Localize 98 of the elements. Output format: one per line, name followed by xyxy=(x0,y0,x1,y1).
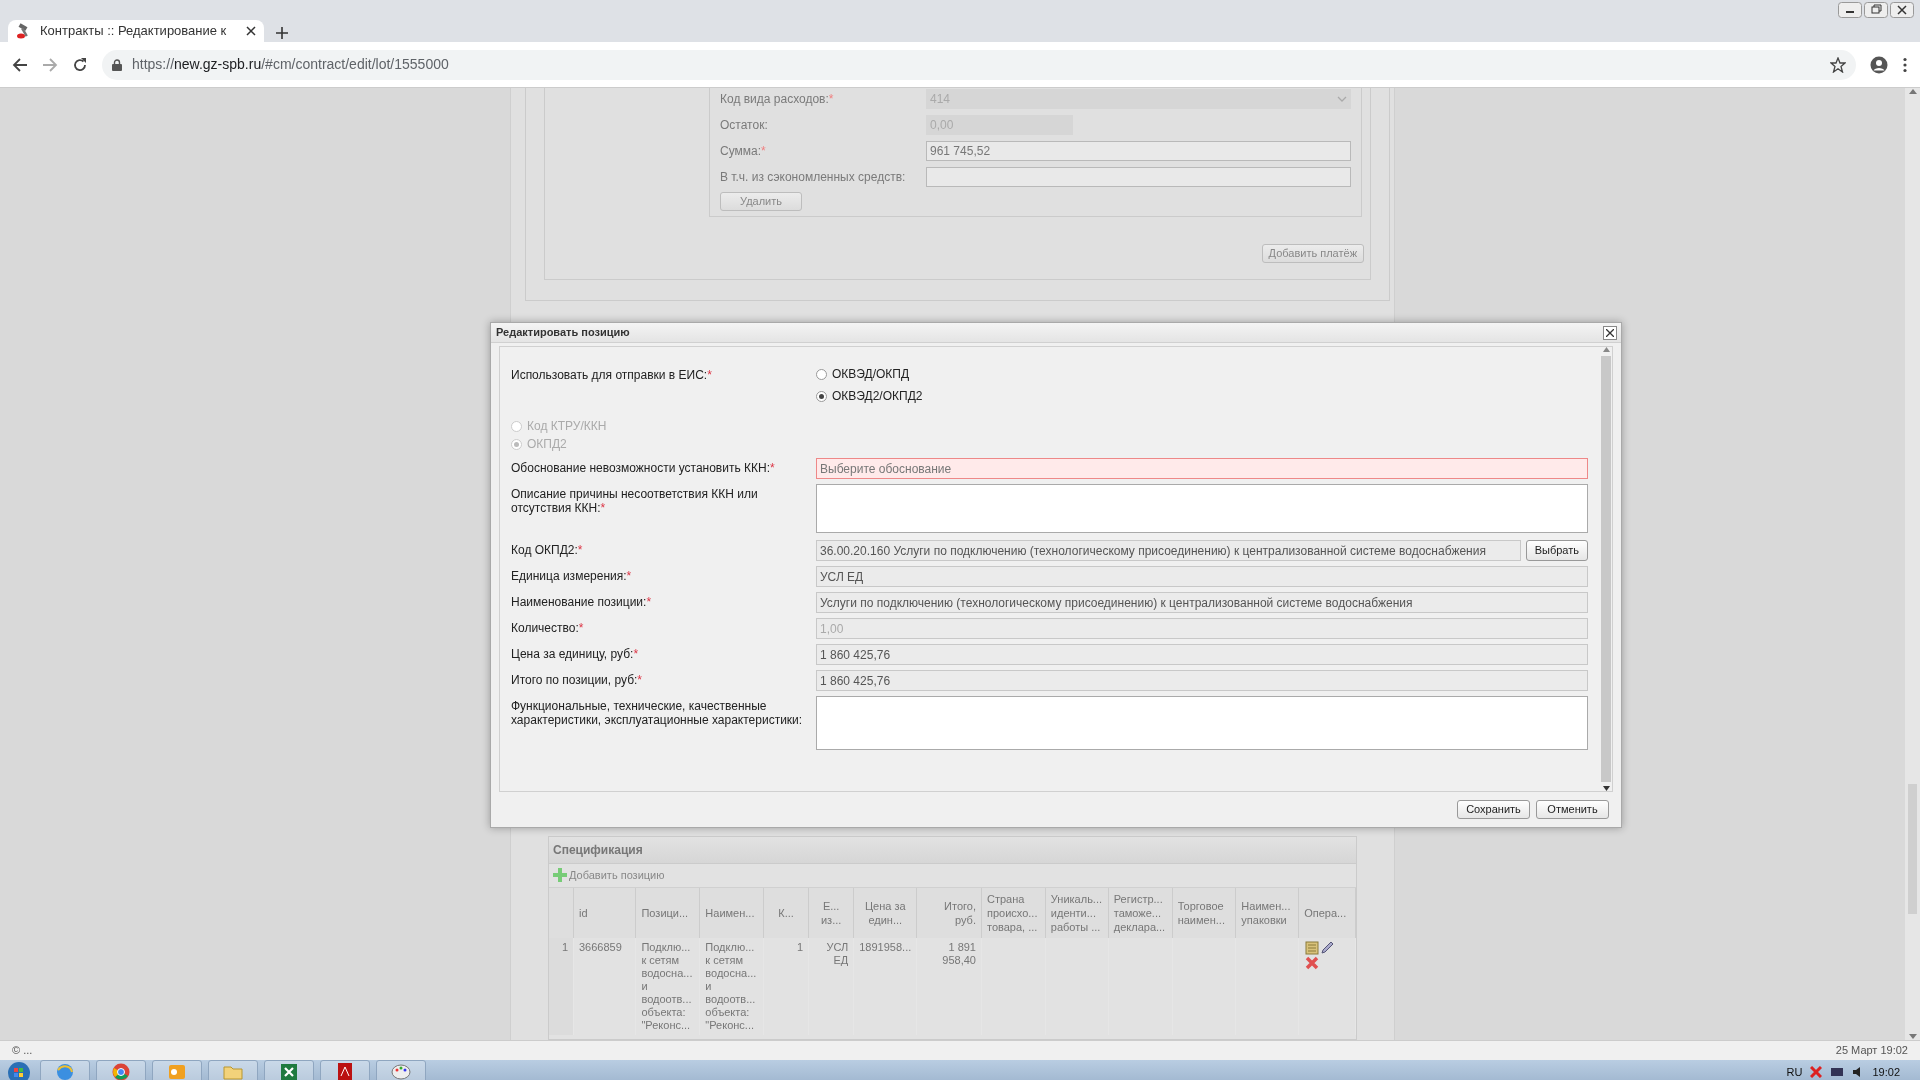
field-label: Единица измерения:* xyxy=(511,568,633,583)
close-button[interactable] xyxy=(1603,325,1617,340)
scrollbar[interactable] xyxy=(1600,347,1612,791)
up-arrow-icon[interactable] xyxy=(1602,347,1610,352)
clock[interactable]: 19:02 xyxy=(1872,1063,1900,1080)
column-header[interactable]: Регистр... таможе... деклара... xyxy=(1108,887,1173,938)
table-cell: 3666859 xyxy=(579,940,622,953)
plus-icon xyxy=(276,26,288,39)
text-area[interactable] xyxy=(816,484,1588,533)
table-cell: Подклю... к сетям водосна... и водоотв... объекта: "Реконс... xyxy=(641,940,693,1031)
column-header[interactable]: Торговое наимен... xyxy=(1172,887,1236,938)
forward-arrow-icon[interactable] xyxy=(42,56,58,73)
field-label: Остаток: xyxy=(720,116,769,134)
close-icon[interactable] xyxy=(246,26,256,36)
dialog-title: Редактировать позицию xyxy=(496,325,630,341)
input-field[interactable]: УСЛ ЕД xyxy=(816,566,1588,587)
spreadsheet-icon xyxy=(279,1062,299,1080)
up-arrow-icon[interactable] xyxy=(1908,88,1917,94)
account-icon[interactable] xyxy=(1870,55,1888,74)
menu-icon[interactable] xyxy=(1902,56,1908,73)
save-button[interactable]: Сохранить xyxy=(1457,800,1530,819)
scrollbar-thumb[interactable] xyxy=(1601,356,1611,782)
table-cell: Подклю... к сетям водосна... и водоотв... объекта: "Реконс... xyxy=(705,940,757,1031)
radio-button[interactable]: ОКВЭД2/ОКПД2 xyxy=(816,387,923,405)
delete-button[interactable]: Удалить xyxy=(720,192,802,211)
reload-icon[interactable] xyxy=(72,56,88,73)
taskbar-button[interactable] xyxy=(152,1060,202,1080)
field-label: Количество:* xyxy=(511,620,585,635)
column-header[interactable]: Наимен... упаковки xyxy=(1235,887,1299,938)
status-text: © ... xyxy=(12,1043,33,1059)
input-field[interactable]: 36.00.20.160 Услуги по подключению (технологическому присоединению) к централизованной системе водоснабжения xyxy=(816,540,1521,561)
dropdown-field[interactable]: Выберите обоснование xyxy=(816,458,1588,479)
field-label: Код вида расходов:* xyxy=(720,90,835,108)
taskbar-button[interactable] xyxy=(320,1060,370,1080)
radio-button[interactable]: ОКВЭД/ОКПД xyxy=(816,365,910,383)
field-label: Использовать для отправки в ЕИС:* xyxy=(511,367,713,382)
field-label: В т.ч. из сэкономленных средств: xyxy=(720,168,907,186)
scrollbar[interactable] xyxy=(1905,88,1920,1040)
column-header[interactable]: Страна происхо... товара, ... xyxy=(981,887,1046,938)
status-date: 25 Март 19:02 xyxy=(1835,1043,1908,1059)
taskbar-button[interactable] xyxy=(376,1060,426,1080)
delete-icon[interactable] xyxy=(1304,954,1321,971)
minimize-icon[interactable] xyxy=(1838,2,1862,18)
field-label: Наименование позиции:* xyxy=(511,594,653,609)
column-header[interactable]: К... xyxy=(763,887,809,938)
column-header[interactable]: Опера... xyxy=(1298,887,1356,938)
table-cell: 1891958... xyxy=(859,940,912,953)
back-arrow-icon[interactable] xyxy=(12,56,28,73)
radio-indicator[interactable] xyxy=(816,368,827,380)
table-cell: УСЛ ЕД xyxy=(826,940,849,966)
mail-icon xyxy=(167,1062,187,1080)
close-icon[interactable] xyxy=(1890,2,1914,18)
radio-indicator[interactable] xyxy=(816,390,827,402)
table-cell: 1 891 958,40 xyxy=(942,940,976,966)
table-cell: 1 xyxy=(796,940,804,953)
column-header[interactable]: Итого, руб. xyxy=(916,887,982,938)
field-label: Код ОКПД2:* xyxy=(511,542,584,557)
lock-icon xyxy=(112,58,122,71)
address-bar[interactable]: https://new.gz-spb.ru/#cm/contract/edit/lot/1555000 xyxy=(102,49,1856,80)
restore-icon[interactable] xyxy=(1864,2,1888,18)
field-label: Обоснование невозможности установить ККН:* xyxy=(511,460,776,475)
field-label: Сумма:* xyxy=(720,142,767,160)
plus-icon xyxy=(553,868,567,883)
column-header[interactable]: id xyxy=(573,887,636,938)
taskbar-button[interactable] xyxy=(40,1060,90,1080)
column-header[interactable]: Уникаль... иденти... работы ... xyxy=(1045,887,1109,938)
input-field[interactable] xyxy=(926,166,1351,187)
browser-tab[interactable]: Контракты :: Редактирование к xyxy=(8,20,264,42)
field-label: Цена за единицу, руб:* xyxy=(511,646,640,661)
input-field[interactable]: 961 745,52 xyxy=(926,140,1351,161)
taskbar-button[interactable] xyxy=(264,1060,314,1080)
url-text: https://new.gz-spb.ru/#cm/contract/edit/lot/1555000 xyxy=(132,55,449,74)
field-label: Описание причины несоответствия ККН или отсутствия ККН:* xyxy=(511,486,759,515)
down-arrow-icon[interactable] xyxy=(1602,786,1610,791)
star-icon[interactable] xyxy=(1830,56,1846,73)
text-area[interactable] xyxy=(816,696,1588,750)
column-header[interactable]: Позици... xyxy=(635,887,700,938)
table-cell: 1 xyxy=(561,940,568,953)
add-position-button[interactable]: Добавить позицию xyxy=(549,864,669,887)
input-field[interactable]: 1 860 425,76 xyxy=(816,670,1588,691)
field-label: Итого по позиции, руб:* xyxy=(511,672,644,687)
field-label: Функциональные, технические, качественные характеристики, эксплуатационные характеристики: xyxy=(511,698,804,727)
globe-icon xyxy=(55,1062,75,1080)
language-indicator[interactable]: RU xyxy=(1786,1063,1803,1080)
close-icon xyxy=(1606,328,1614,337)
column-header[interactable]: Наимен... xyxy=(699,887,764,938)
cancel-button[interactable]: Отменить xyxy=(1536,800,1609,819)
column-header[interactable]: Цена за един... xyxy=(853,887,917,938)
add-payment-button[interactable]: Добавить платёж xyxy=(1261,244,1364,263)
input-field[interactable]: 1 860 425,76 xyxy=(816,644,1588,665)
palette-icon xyxy=(391,1062,411,1080)
browser-icon xyxy=(111,1062,131,1080)
document-icon xyxy=(335,1062,355,1080)
input-field[interactable]: Услуги по подключению (технологическому присоединению) к централизованной системе водоснабжения xyxy=(816,592,1588,613)
column-header[interactable]: Е... из... xyxy=(808,887,854,938)
pencil-icon[interactable] xyxy=(1320,940,1335,955)
taskbar-button[interactable] xyxy=(96,1060,146,1080)
select-button[interactable]: Выбрать xyxy=(1525,540,1588,561)
